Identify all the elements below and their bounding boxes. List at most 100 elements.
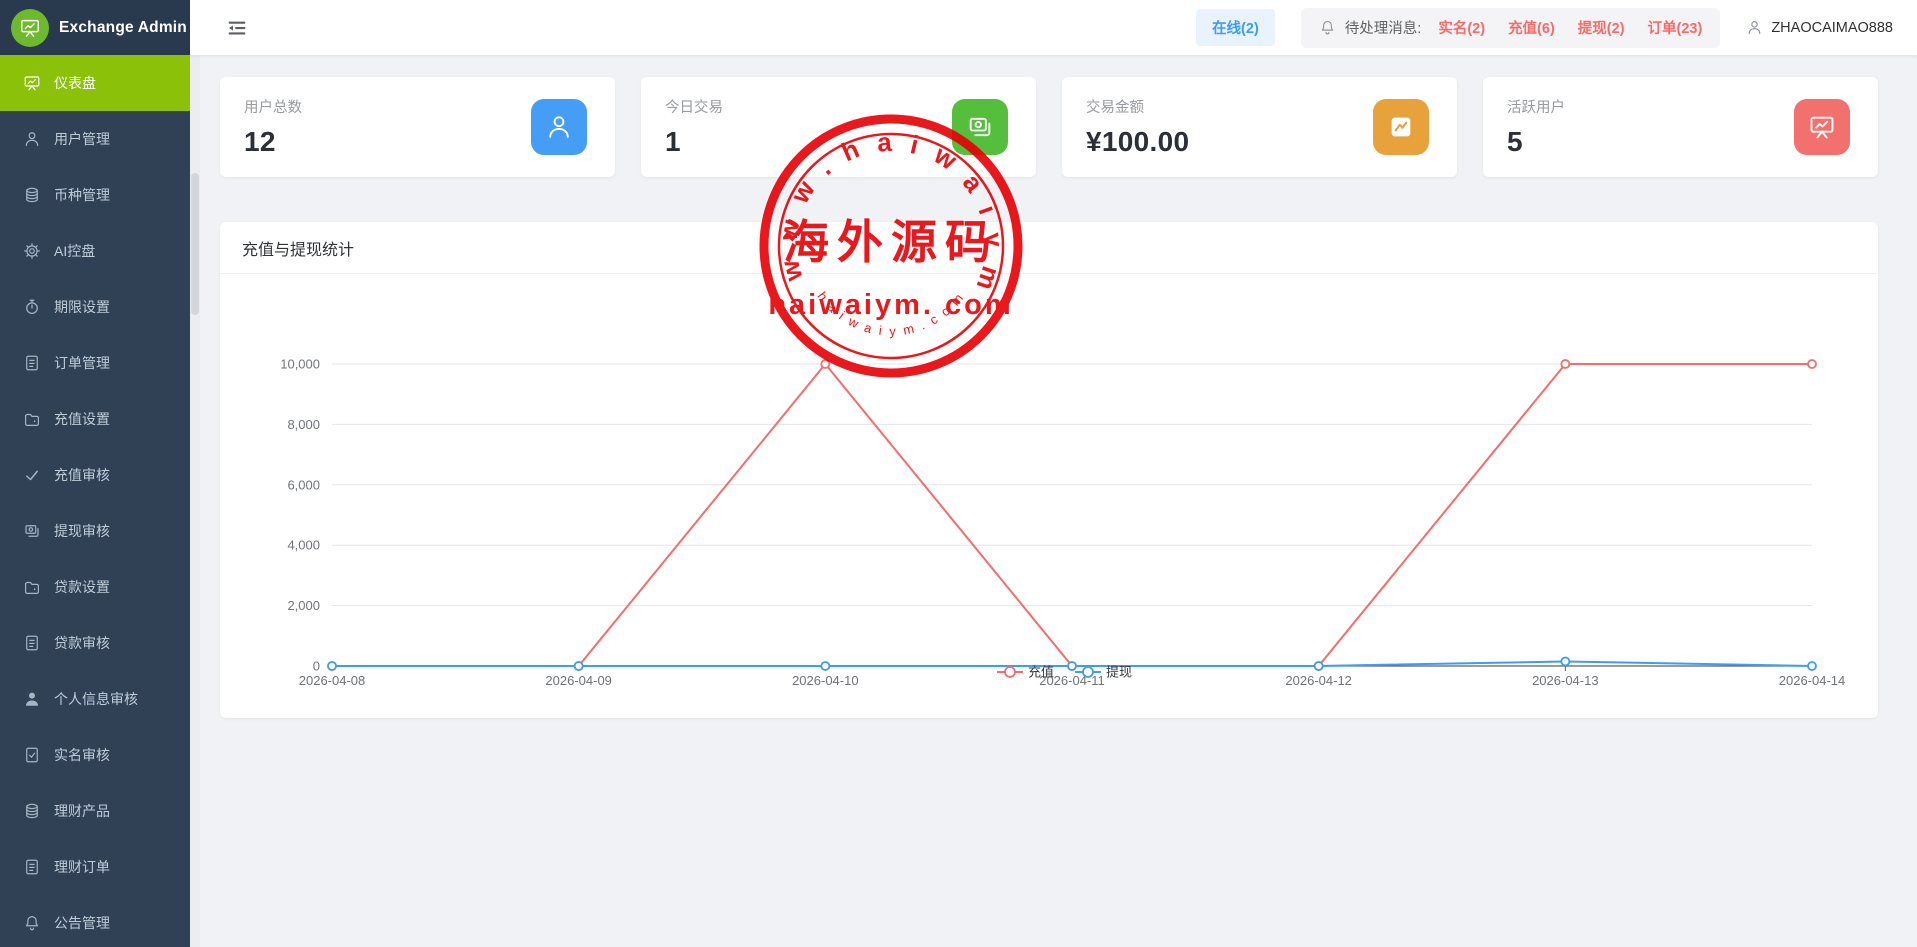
sidebar-item-label: 订单管理	[54, 353, 110, 373]
sidebar-logo-row: Exchange Admin	[0, 0, 190, 55]
svg-text:4,000: 4,000	[287, 538, 320, 553]
stat-label: 活跃用户	[1507, 96, 1565, 117]
stat-card-trade-amount: 交易金额 ¥100.00	[1062, 77, 1457, 177]
coins-icon	[23, 802, 41, 820]
money-card-icon	[23, 522, 41, 540]
user-icon	[23, 130, 41, 148]
pending-link-realname[interactable]: 实名(2)	[1438, 17, 1485, 38]
sidebar-item-profile-review[interactable]: 个人信息审核	[0, 671, 190, 727]
sidebar-item-label: 个人信息审核	[54, 689, 138, 709]
person-filled-icon	[23, 690, 41, 708]
sidebar-item-label: 充值设置	[54, 409, 110, 429]
document-icon	[23, 634, 41, 652]
check-icon	[23, 466, 41, 484]
bell-icon	[23, 914, 41, 932]
board-icon	[1794, 99, 1850, 155]
money-card-icon	[952, 99, 1008, 155]
chart-card: 充值与提现统计 02,0004,0006,0008,00010,0002026-…	[220, 222, 1878, 718]
app-title: Exchange Admin	[59, 19, 187, 37]
sidebar-item-label: 理财产品	[54, 801, 110, 821]
sidebar-item-withdraw-review[interactable]: 提现审核	[0, 503, 190, 559]
svg-text:10,000: 10,000	[280, 357, 320, 372]
main-content: 用户总数12今日交易1交易金额¥100.00活跃用户5 充值与提现统计 02,0…	[220, 77, 1878, 718]
sidebar-item-term-settings[interactable]: 期限设置	[0, 279, 190, 335]
username: ZHAOCAIMAO888	[1771, 20, 1893, 36]
stat-label: 今日交易	[665, 96, 723, 117]
sidebar-item-kyc-review[interactable]: 实名审核	[0, 727, 190, 783]
sidebar-item-label: 充值审核	[54, 465, 110, 485]
sidebar-item-order-mgmt[interactable]: 订单管理	[0, 335, 190, 391]
coins-icon	[23, 186, 41, 204]
stat-label: 用户总数	[244, 96, 302, 117]
sidebar-item-label: 仪表盘	[54, 73, 96, 93]
sidebar-item-loan-review[interactable]: 贷款审核	[0, 615, 190, 671]
sidebar-item-dashboard[interactable]: 仪表盘	[0, 55, 190, 111]
sidebar-item-wealth-products[interactable]: 理财产品	[0, 783, 190, 839]
user-icon	[531, 99, 587, 155]
sidebar-item-label: 贷款审核	[54, 633, 110, 653]
pending-link-recharge[interactable]: 充值(6)	[1508, 17, 1555, 38]
svg-text:2026-04-14: 2026-04-14	[1779, 673, 1846, 688]
svg-text:8,000: 8,000	[287, 417, 320, 432]
svg-text:2,000: 2,000	[287, 598, 320, 613]
sidebar-item-label: 公告管理	[54, 913, 110, 933]
pending-link-withdraw[interactable]: 提现(2)	[1578, 17, 1625, 38]
sidebar-item-label: 币种管理	[54, 185, 110, 205]
online-badge[interactable]: 在线(2)	[1196, 9, 1275, 46]
user-menu[interactable]: ZHAOCAIMAO888	[1746, 19, 1899, 36]
person-icon	[1746, 19, 1763, 36]
pending-link-order[interactable]: 订单(23)	[1648, 17, 1703, 38]
app-logo-icon	[11, 9, 49, 47]
sidebar-item-loan-settings[interactable]: 贷款设置	[0, 559, 190, 615]
svg-text:6,000: 6,000	[287, 477, 320, 492]
recharge-withdraw-chart: 02,0004,0006,0008,00010,0002026-04-08202…	[220, 274, 1878, 717]
sidebar-item-ai-control[interactable]: AI控盘	[0, 223, 190, 279]
sidebar-item-label: 贷款设置	[54, 577, 110, 597]
stats-row: 用户总数 12 今日交易1 交易金额 ¥100.00 活跃用户 5	[220, 77, 1878, 177]
sidebar-item-announcements[interactable]: 公告管理	[0, 895, 190, 947]
stat-texts: 交易金额 ¥100.00	[1086, 96, 1189, 158]
sidebar-item-label: 用户管理	[54, 129, 110, 149]
sidebar-item-label: 实名审核	[54, 745, 110, 765]
pending-message-links: 实名(2) 充值(6) 提现(2) 订单(23)	[1438, 17, 1702, 38]
stat-value: 12	[244, 126, 302, 158]
menu-fold-icon[interactable]	[226, 17, 248, 39]
stat-card-active-users: 活跃用户 5	[1483, 77, 1878, 177]
bell-icon	[1319, 19, 1336, 36]
stat-value: ¥100.00	[1086, 126, 1189, 158]
stat-card-today-trades: 今日交易1	[641, 77, 1036, 177]
svg-text:2026-04-09: 2026-04-09	[545, 673, 612, 688]
svg-text:2026-04-13: 2026-04-13	[1532, 673, 1599, 688]
trend-icon	[1373, 99, 1429, 155]
stat-texts: 活跃用户 5	[1507, 96, 1565, 158]
sidebar-menu: 仪表盘用户管理币种管理 AI控盘期限设置订单管理充值设置充值审核提现审核贷款设置贷…	[0, 55, 190, 947]
sidebar-item-label: 提现审核	[54, 521, 110, 541]
svg-text:充值: 充值	[1028, 665, 1054, 680]
gear-icon	[23, 242, 41, 260]
sidebar-item-label: 理财订单	[54, 857, 110, 877]
sidebar-item-label: 期限设置	[54, 297, 110, 317]
pending-messages-label: 待处理消息:	[1345, 17, 1422, 38]
document-icon	[23, 858, 41, 876]
sidebar-item-recharge-settings[interactable]: 充值设置	[0, 391, 190, 447]
stat-label: 交易金额	[1086, 96, 1189, 117]
doc-check-icon	[23, 746, 41, 764]
topbar: 在线(2) 待处理消息: 实名(2) 充值(6) 提现(2) 订单(23) ZHAOC…	[190, 0, 1917, 55]
sidebar-item-user-mgmt[interactable]: 用户管理	[0, 111, 190, 167]
wallet-icon	[23, 410, 41, 428]
sidebar-scrollbar-track	[190, 55, 200, 947]
sidebar-item-label: AI控盘	[54, 241, 95, 261]
stopwatch-icon	[23, 298, 41, 316]
sidebar-item-wealth-orders[interactable]: 理财订单	[0, 839, 190, 895]
sidebar-item-currency-mgmt[interactable]: 币种管理	[0, 167, 190, 223]
svg-text:提现: 提现	[1106, 665, 1132, 680]
line-chart-svg: 02,0004,0006,0008,00010,0002026-04-08202…	[220, 274, 1878, 717]
sidebar-scrollbar-thumb[interactable]	[191, 173, 199, 315]
svg-text:2026-04-08: 2026-04-08	[299, 673, 366, 688]
chart-title: 充值与提现统计	[220, 222, 1878, 274]
stat-value: 5	[1507, 126, 1565, 158]
svg-text:2026-04-12: 2026-04-12	[1285, 673, 1352, 688]
sidebar-item-recharge-review[interactable]: 充值审核	[0, 447, 190, 503]
sidebar: Exchange Admin 仪表盘用户管理币种管理 AI控盘期限设置订单管理充值…	[0, 0, 190, 947]
svg-text:2026-04-10: 2026-04-10	[792, 673, 859, 688]
